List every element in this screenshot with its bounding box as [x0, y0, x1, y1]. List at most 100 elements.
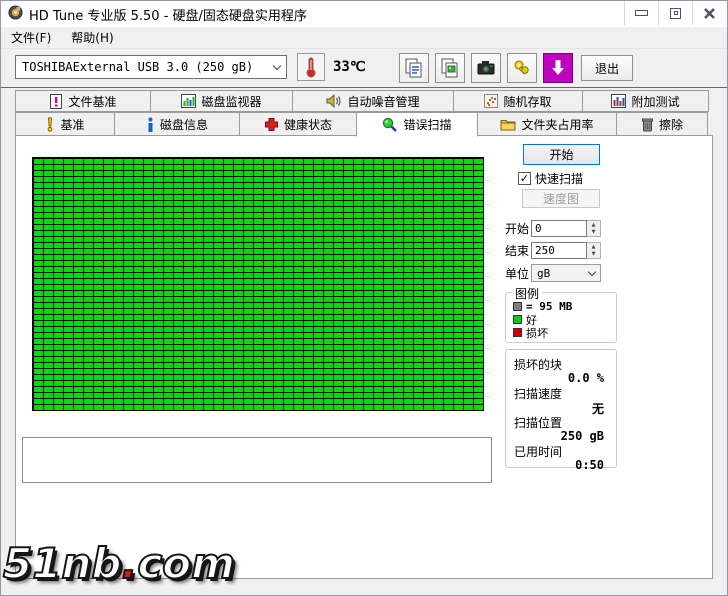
- start-scan-button-label: 开始: [549, 148, 574, 162]
- temperature-button[interactable]: [297, 53, 325, 81]
- watermark-right: com: [136, 538, 236, 589]
- legend-title: 图例: [512, 285, 543, 302]
- scan-speed-value: 无: [591, 402, 604, 416]
- download-icon: [552, 60, 564, 75]
- damaged-blocks-value: 0.0 %: [567, 371, 604, 385]
- watermark-left: 51nb: [2, 538, 122, 589]
- drive-selector[interactable]: TOSHIBAExternal USB 3.0 (250 gB): [15, 55, 287, 79]
- spin-down-icon[interactable]: ▼: [587, 229, 600, 237]
- menu-bar: 文件(F) 帮助(H): [1, 27, 727, 49]
- quick-scan-checkbox[interactable]: ✓: [518, 172, 531, 185]
- end-position-value: 250: [535, 244, 555, 257]
- chevron-down-icon: [587, 267, 597, 276]
- unit-select[interactable]: gB: [531, 264, 601, 282]
- unit-row: 单位 gB: [505, 264, 601, 282]
- tab-label: 附加测试: [631, 94, 680, 109]
- end-position-row: 结束 250 ▲ ▼: [505, 242, 601, 259]
- tab-erase[interactable]: 擦除: [616, 112, 708, 136]
- tab-health[interactable]: 健康状态: [239, 112, 357, 136]
- file-benchmark-icon: [50, 93, 63, 109]
- damaged-blocks-label: 损坏的块: [514, 358, 563, 372]
- copy-text-button[interactable]: [399, 53, 429, 83]
- disk-info-icon: [148, 117, 153, 132]
- tab-random-access[interactable]: 随机存取: [453, 90, 583, 112]
- minimize-icon: [635, 10, 648, 16]
- tab-label: 文件夹占用率: [521, 117, 594, 132]
- scan-stats-group: 损坏的块 0.0 % 扫描速度 无 扫描位置 250 gB 已用时间 0:50: [505, 349, 617, 472]
- copy-image-button[interactable]: [435, 53, 465, 83]
- maximize-button[interactable]: [658, 1, 692, 25]
- folder-icon: [500, 119, 516, 130]
- elapsed-time-label: 已用时间: [514, 445, 563, 459]
- spin-up-icon[interactable]: ▲: [587, 221, 600, 229]
- minimize-button[interactable]: [624, 1, 658, 25]
- tab-disk-info[interactable]: 磁盘信息: [114, 112, 240, 136]
- menu-help[interactable]: 帮助(H): [61, 26, 123, 49]
- window-controls: [624, 1, 726, 25]
- health-icon: [264, 117, 278, 131]
- message-box: [22, 437, 492, 483]
- error-scan-panel: 开始 ✓ 快速扫描 速度图 开始 0 ▲ ▼ 结束 250 ▲ ▼ 单位 gB …: [15, 135, 713, 579]
- tab-file-benchmark[interactable]: 文件基准: [15, 90, 151, 112]
- bad-swatch: [513, 328, 522, 337]
- legend-bad-label: 损坏: [526, 326, 548, 340]
- tab-label: 自动噪音管理: [347, 94, 420, 109]
- start-field-label: 开始: [505, 222, 530, 236]
- keys-icon: [514, 60, 529, 75]
- unit-field-label: 单位: [505, 266, 530, 281]
- tab-label: 擦除: [658, 117, 683, 132]
- legend-group: 图例 = 95 MB 好 损坏: [505, 285, 617, 343]
- tab-row-top: 文件基准 磁盘监视器 自动噪音管理 随机存取 附加测试: [15, 90, 713, 112]
- copy-image-icon: [441, 58, 458, 78]
- start-scan-button[interactable]: 开始: [523, 144, 600, 165]
- benchmark-icon: [48, 117, 53, 132]
- error-scan-icon: [383, 117, 398, 132]
- keys-button[interactable]: [507, 53, 537, 83]
- exit-button[interactable]: 退出: [581, 55, 633, 81]
- toolbar-buttons: [399, 53, 573, 83]
- start-position-value: 0: [535, 222, 542, 235]
- erase-icon: [641, 118, 653, 131]
- close-button[interactable]: [692, 1, 726, 25]
- tab-row-bottom: 基准 磁盘信息 健康状态 错误扫描 文件夹占用率 擦除: [15, 112, 713, 137]
- spin-down-icon[interactable]: ▼: [587, 251, 600, 259]
- good-swatch: [513, 315, 522, 324]
- watermark-51nb: 51nb.com: [2, 538, 236, 589]
- quick-scan-row: ✓ 快速扫描: [518, 170, 583, 187]
- extra-tests-icon: [611, 94, 627, 108]
- scan-position-value: 250 gB: [560, 429, 604, 443]
- tab-benchmark[interactable]: 基准: [15, 112, 115, 136]
- screenshot-button[interactable]: [471, 53, 501, 83]
- elapsed-time-value: 0:50: [575, 458, 604, 472]
- close-icon: [704, 7, 715, 19]
- watermark-dot: .: [120, 538, 138, 589]
- tab-label: 文件基准: [68, 94, 117, 109]
- app-hdd-icon: [8, 5, 23, 23]
- start-position-input[interactable]: 0: [531, 220, 587, 237]
- tab-error-scan[interactable]: 错误扫描: [356, 112, 478, 137]
- tab-folder-usage[interactable]: 文件夹占用率: [477, 112, 617, 136]
- spin-up-icon[interactable]: ▲: [587, 243, 600, 251]
- thermometer-icon: [306, 57, 316, 78]
- tab-label: 磁盘信息: [159, 117, 208, 132]
- window-title: HD Tune 专业版 5.50 - 硬盘/固态硬盘实用程序: [29, 8, 307, 24]
- tab-label: 随机存取: [503, 94, 552, 109]
- title-bar: HD Tune 专业版 5.50 - 硬盘/固态硬盘实用程序: [1, 1, 727, 27]
- unit-select-value: gB: [537, 266, 551, 280]
- tab-aam[interactable]: 自动噪音管理: [292, 90, 454, 112]
- scan-speed-label: 扫描速度: [514, 387, 563, 401]
- toolbar-separator: [1, 87, 727, 88]
- end-position-stepper: ▲ ▼: [587, 242, 601, 259]
- speaker-icon: [326, 94, 342, 108]
- tab-extra-tests[interactable]: 附加测试: [582, 90, 709, 112]
- download-button[interactable]: [543, 53, 573, 83]
- speed-map-button[interactable]: 速度图: [522, 189, 600, 208]
- copy-text-icon: [405, 58, 422, 78]
- random-access-icon: [484, 94, 499, 108]
- quick-scan-label: 快速扫描: [535, 172, 584, 186]
- maximize-icon: [670, 7, 681, 19]
- tab-disk-monitor[interactable]: 磁盘监视器: [150, 90, 293, 112]
- end-position-input[interactable]: 250: [531, 242, 587, 259]
- menu-file[interactable]: 文件(F): [1, 26, 61, 49]
- start-position-row: 开始 0 ▲ ▼: [505, 220, 601, 237]
